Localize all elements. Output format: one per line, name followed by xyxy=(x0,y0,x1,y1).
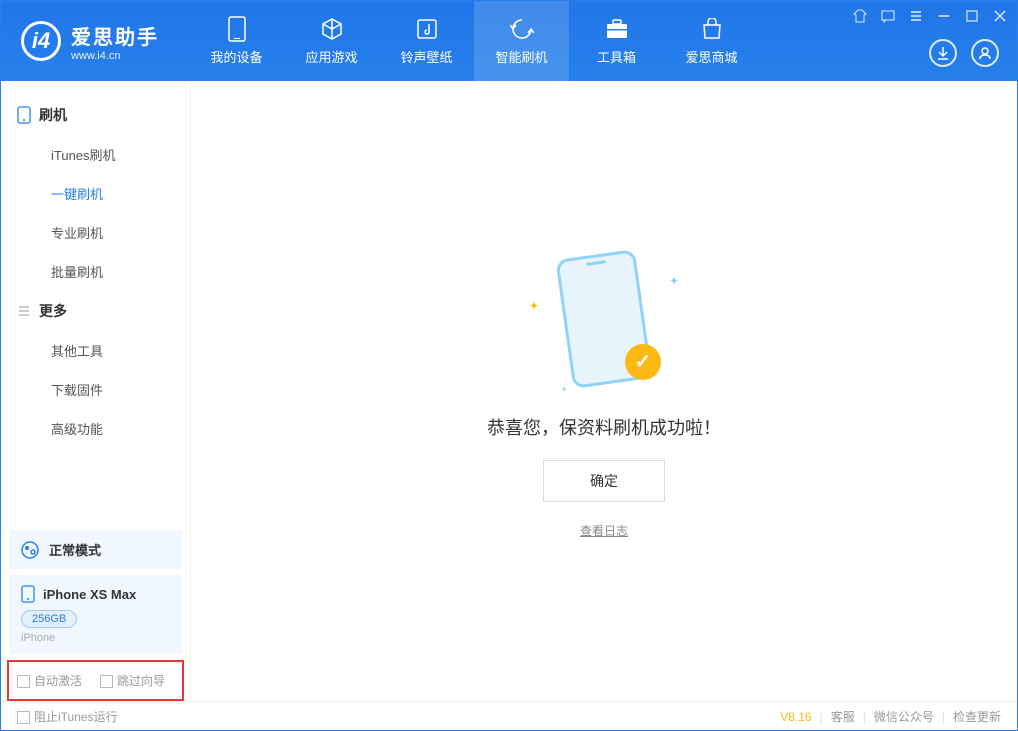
view-log-link[interactable]: 查看日志 xyxy=(580,522,628,539)
shirt-icon[interactable] xyxy=(851,7,869,25)
footer-link-support[interactable]: 客服 xyxy=(831,708,855,725)
skip-wizard-checkbox[interactable]: 跳过向导 xyxy=(100,672,165,689)
opt-label: 自动激活 xyxy=(34,674,82,688)
download-button[interactable] xyxy=(929,39,957,67)
success-illustration: ✦ ✦ ✦ ✓ xyxy=(529,244,679,394)
brand-url: www.i4.cn xyxy=(71,50,159,62)
footer-link-update[interactable]: 检查更新 xyxy=(953,708,1001,725)
stop-itunes-checkbox[interactable]: 阻止iTunes运行 xyxy=(17,708,118,725)
sparkle-icon: ✦ xyxy=(669,274,679,288)
window-controls xyxy=(851,7,1009,25)
tab-smart-flash[interactable]: 智能刷机 xyxy=(474,1,569,81)
device-name: iPhone XS Max xyxy=(43,587,136,602)
sidebar-item-advanced[interactable]: 高级功能 xyxy=(1,409,190,448)
tab-my-device[interactable]: 我的设备 xyxy=(189,1,284,81)
ok-button[interactable]: 确定 xyxy=(543,460,665,502)
device-icon xyxy=(21,585,35,603)
device-name-row: iPhone XS Max xyxy=(21,585,170,603)
logo: i4 爱思助手 www.i4.cn xyxy=(1,21,179,62)
tab-label: 智能刷机 xyxy=(495,47,547,66)
sidebar-item-itunes-flash[interactable]: iTunes刷机 xyxy=(1,135,190,174)
sidebar: 刷机 iTunes刷机 一键刷机 专业刷机 批量刷机 更多 其他工具 下载固件 … xyxy=(1,81,191,701)
tab-ringtone-wallpaper[interactable]: 铃声壁纸 xyxy=(379,1,474,81)
list-icon xyxy=(17,304,31,318)
sidebar-item-other-tools[interactable]: 其他工具 xyxy=(1,331,190,370)
tab-label: 铃声壁纸 xyxy=(400,47,452,66)
device-icon xyxy=(225,17,249,41)
tab-label: 爱思商城 xyxy=(685,47,737,66)
mode-icon xyxy=(21,541,39,559)
mode-card[interactable]: 正常模式 xyxy=(9,530,182,569)
refresh-icon xyxy=(510,17,534,41)
sidebar-item-download-firmware[interactable]: 下载固件 xyxy=(1,370,190,409)
cube-icon xyxy=(320,17,344,41)
check-icon: ✓ xyxy=(625,344,661,380)
music-icon xyxy=(415,17,439,41)
minimize-button[interactable] xyxy=(935,7,953,25)
device-type: iPhone xyxy=(21,632,170,644)
sidebar-item-pro-flash[interactable]: 专业刷机 xyxy=(1,213,190,252)
app-header: i4 爱思助手 www.i4.cn 我的设备 应用游戏 铃声壁纸 智能刷机 工具… xyxy=(1,1,1017,81)
options-row: 自动激活 跳过向导 xyxy=(7,660,184,701)
footer-link-wechat[interactable]: 微信公众号 xyxy=(874,708,934,725)
footer: 阻止iTunes运行 V8.16 | 客服 | 微信公众号 | 检查更新 xyxy=(1,701,1017,731)
user-button[interactable] xyxy=(971,39,999,67)
main-content: ✦ ✦ ✦ ✓ 恭喜您，保资料刷机成功啦！ 确定 查看日志 xyxy=(191,81,1017,701)
logo-text: 爱思助手 www.i4.cn xyxy=(71,21,159,62)
footer-right: V8.16 | 客服 | 微信公众号 | 检查更新 xyxy=(780,708,1001,725)
close-button[interactable] xyxy=(991,7,1009,25)
section-title: 刷机 xyxy=(39,105,67,125)
section-title: 更多 xyxy=(39,301,67,321)
body: 刷机 iTunes刷机 一键刷机 专业刷机 批量刷机 更多 其他工具 下载固件 … xyxy=(1,81,1017,701)
nav-tabs: 我的设备 应用游戏 铃声壁纸 智能刷机 工具箱 爱思商城 xyxy=(189,1,759,81)
success-message: 恭喜您，保资料刷机成功啦！ xyxy=(487,414,721,440)
toolbox-icon xyxy=(605,17,629,41)
sidebar-item-oneclick-flash[interactable]: 一键刷机 xyxy=(1,174,190,213)
device-storage-badge: 256GB xyxy=(21,610,77,628)
stop-itunes-label: 阻止iTunes运行 xyxy=(34,710,118,724)
phone-icon xyxy=(17,106,31,124)
store-icon xyxy=(700,17,724,41)
device-card[interactable]: iPhone XS Max 256GB iPhone xyxy=(9,575,182,654)
sidebar-item-batch-flash[interactable]: 批量刷机 xyxy=(1,252,190,291)
logo-icon: i4 xyxy=(21,21,61,61)
footer-left: 阻止iTunes运行 xyxy=(17,708,118,725)
feedback-icon[interactable] xyxy=(879,7,897,25)
auto-activate-checkbox[interactable]: 自动激活 xyxy=(17,672,82,689)
tab-label: 我的设备 xyxy=(210,47,262,66)
sidebar-section-more: 更多 xyxy=(1,291,190,331)
opt-label: 跳过向导 xyxy=(117,674,165,688)
sidebar-section-flash: 刷机 xyxy=(1,95,190,135)
mode-label: 正常模式 xyxy=(49,540,101,559)
header-actions xyxy=(929,39,999,67)
sparkle-icon: ✦ xyxy=(561,385,568,394)
tab-toolbox[interactable]: 工具箱 xyxy=(569,1,664,81)
menu-icon[interactable] xyxy=(907,7,925,25)
tab-store[interactable]: 爱思商城 xyxy=(664,1,759,81)
tab-label: 应用游戏 xyxy=(305,47,357,66)
sidebar-bottom: 正常模式 iPhone XS Max 256GB iPhone 自动激活 跳过向… xyxy=(1,524,190,701)
maximize-button[interactable] xyxy=(963,7,981,25)
brand-name: 爱思助手 xyxy=(71,21,159,50)
tab-apps-games[interactable]: 应用游戏 xyxy=(284,1,379,81)
tab-label: 工具箱 xyxy=(597,47,636,66)
sparkle-icon: ✦ xyxy=(529,299,539,313)
version-label: V8.16 xyxy=(780,710,811,724)
